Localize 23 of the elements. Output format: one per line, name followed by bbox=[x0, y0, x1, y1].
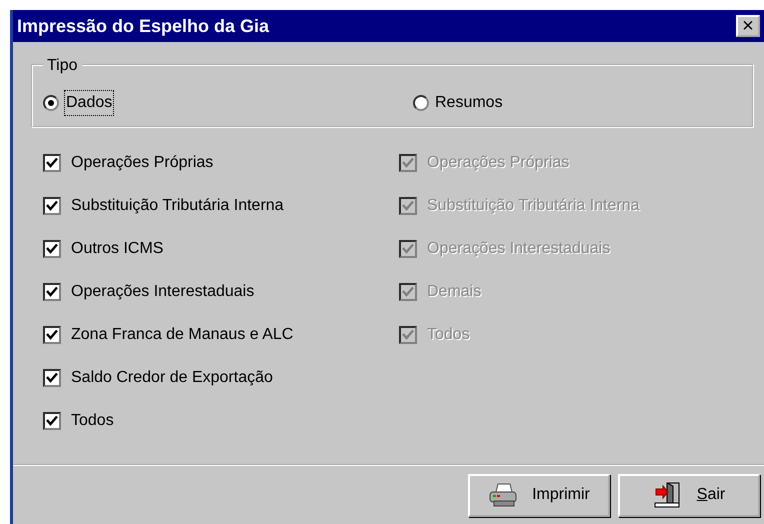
exit-button[interactable]: Sair bbox=[618, 474, 760, 516]
checkbox[interactable] bbox=[43, 368, 61, 386]
checkbox[interactable] bbox=[43, 282, 61, 300]
checkbox[interactable] bbox=[43, 154, 61, 172]
checkbox[interactable] bbox=[43, 412, 61, 430]
checkbox-label[interactable]: Outros ICMS bbox=[71, 236, 164, 260]
radio-label[interactable]: Resumos bbox=[435, 91, 503, 115]
checkbox-label[interactable]: Saldo Credor de Exportação bbox=[71, 366, 273, 390]
radio-button[interactable] bbox=[43, 95, 59, 111]
print-button[interactable]: Imprimir bbox=[468, 474, 610, 516]
printer-icon bbox=[488, 482, 518, 508]
radio-button[interactable] bbox=[413, 95, 429, 111]
checkbox-label[interactable]: Todos bbox=[71, 408, 114, 432]
checkbox-label[interactable]: Zona Franca de Manaus e ALC bbox=[71, 322, 294, 346]
window-title: Impressão do Espelho da Gia bbox=[17, 14, 270, 38]
checkbox-label[interactable]: Substituição Tributária Interna bbox=[71, 194, 284, 218]
checkbox-label[interactable]: Operações Interestaduais bbox=[71, 280, 254, 304]
checkbox-label[interactable]: Operações Próprias bbox=[71, 150, 214, 174]
checkbox[interactable] bbox=[43, 326, 61, 344]
close-button[interactable]: × bbox=[736, 15, 760, 37]
checkbox[interactable] bbox=[43, 240, 61, 258]
checkbox[interactable] bbox=[43, 196, 61, 214]
radio-label[interactable]: Dados bbox=[65, 91, 114, 115]
